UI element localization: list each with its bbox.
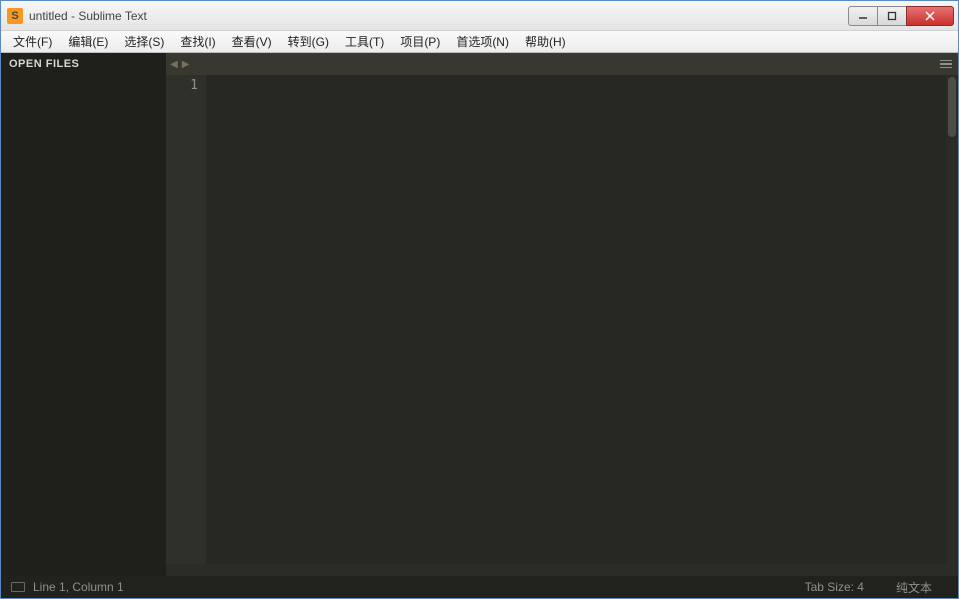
menu-bar: 文件(F) 编辑(E) 选择(S) 查找(I) 查看(V) 转到(G) 工具(T…	[1, 31, 958, 53]
tab-next-icon[interactable]: ▶	[182, 59, 190, 70]
menu-selection[interactable]: 选择(S)	[116, 31, 172, 52]
window-title: untitled - Sublime Text	[29, 9, 849, 23]
app-window: S untitled - Sublime Text 文件(F) 编辑(E) 选择…	[0, 0, 959, 599]
tab-menu-icon[interactable]	[938, 58, 954, 71]
status-position[interactable]: Line 1, Column 1	[33, 580, 124, 594]
status-left: Line 1, Column 1	[11, 580, 124, 594]
menu-view[interactable]: 查看(V)	[224, 31, 280, 52]
menu-project[interactable]: 项目(P)	[392, 31, 448, 52]
window-controls	[849, 6, 954, 26]
tab-prev-icon[interactable]: ◀	[170, 59, 178, 70]
tab-nav: ◀ ▶	[170, 59, 189, 70]
text-area[interactable]	[206, 75, 946, 564]
line-gutter: 1	[166, 75, 206, 564]
minimize-button[interactable]	[848, 6, 878, 26]
scrollbar-thumb[interactable]	[948, 77, 956, 137]
editor-body: 1	[166, 75, 958, 564]
status-syntax[interactable]: 纯文本	[880, 579, 948, 596]
menu-help[interactable]: 帮助(H)	[517, 31, 574, 52]
body-area: OPEN FILES ◀ ▶ 1	[1, 53, 958, 576]
sidebar-open-files-header: OPEN FILES	[1, 53, 166, 75]
app-icon: S	[7, 8, 23, 24]
status-tab-size[interactable]: Tab Size: 4	[789, 580, 880, 594]
sidebar: OPEN FILES	[1, 53, 166, 576]
menu-goto[interactable]: 转到(G)	[280, 31, 337, 52]
status-bar: Line 1, Column 1 Tab Size: 4 纯文本	[1, 576, 958, 598]
menu-find[interactable]: 查找(I)	[172, 31, 223, 52]
close-button[interactable]	[906, 6, 954, 26]
editor-area: ◀ ▶ 1	[166, 53, 958, 576]
menu-tools[interactable]: 工具(T)	[337, 31, 392, 52]
panel-switcher-icon[interactable]	[11, 582, 25, 592]
maximize-button[interactable]	[877, 6, 907, 26]
vertical-scrollbar[interactable]	[946, 75, 958, 564]
menu-preferences[interactable]: 首选项(N)	[448, 31, 517, 52]
line-number: 1	[166, 77, 198, 95]
menu-edit[interactable]: 编辑(E)	[60, 31, 116, 52]
horizontal-scrollbar[interactable]	[166, 564, 958, 576]
title-bar[interactable]: S untitled - Sublime Text	[1, 1, 958, 31]
tab-bar: ◀ ▶	[166, 53, 958, 75]
menu-file[interactable]: 文件(F)	[5, 31, 60, 52]
